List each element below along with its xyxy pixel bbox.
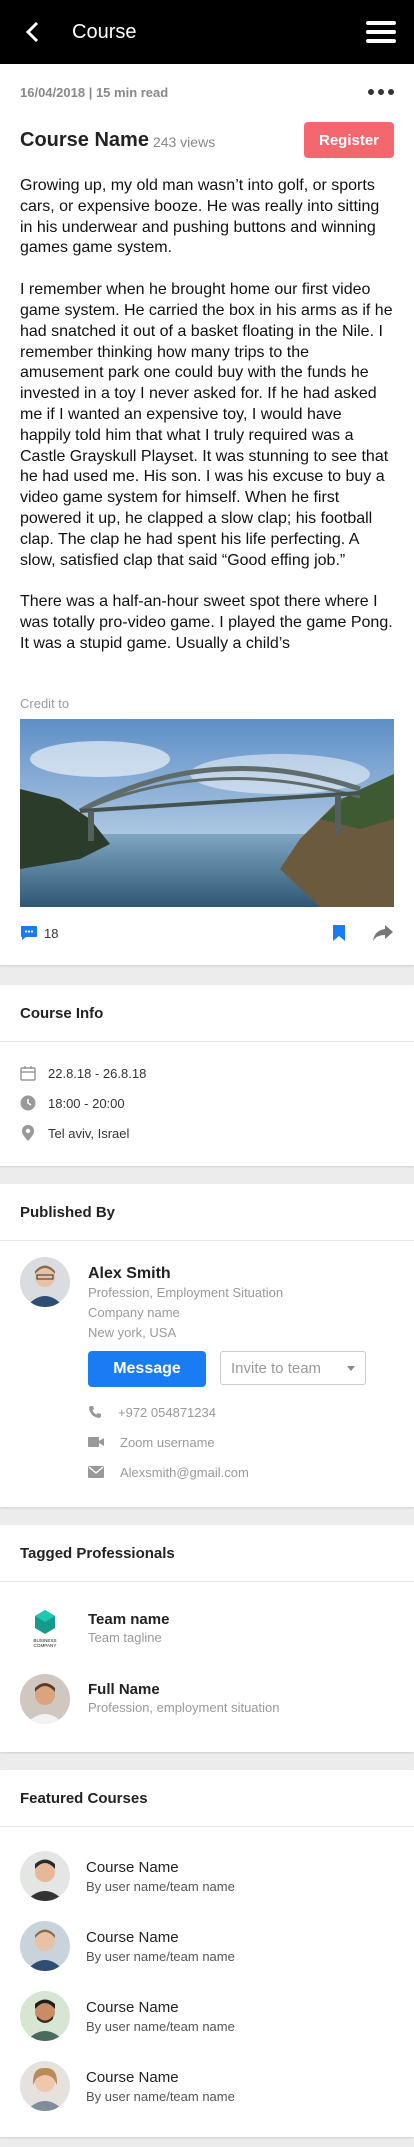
article-paragraph: I remember when he brought home our firs… — [20, 281, 393, 569]
article-body: Growing up, my old man wasn’t into golf,… — [20, 176, 394, 670]
list-item[interactable]: Course Name By user name/team name — [20, 2051, 394, 2121]
featured-course-name: Course Name — [86, 1858, 179, 1876]
featured-course-author: By user name/team name — [86, 2018, 235, 2034]
list-item[interactable]: Course Name By user name/team name — [20, 1841, 394, 1911]
featured-course-author: By user name/team name — [86, 2088, 235, 2104]
publisher-phone[interactable]: +972 054871234 — [88, 1397, 394, 1427]
back-arrow-icon — [25, 21, 39, 43]
hamburger-menu-icon[interactable] — [366, 21, 396, 43]
page-title: Course — [72, 20, 137, 43]
bridge-photo — [20, 719, 394, 907]
clock-icon — [20, 1095, 36, 1111]
bookmark-icon[interactable] — [332, 924, 346, 942]
featured-course-name: Course Name — [86, 1928, 179, 1946]
list-item[interactable]: Full Name Profession, employment situati… — [20, 1664, 394, 1734]
course-location: Tel aviv, Israel — [20, 1118, 394, 1148]
comment-icon[interactable] — [20, 925, 38, 941]
view-count: 243 views — [152, 133, 216, 150]
comment-count: 18 — [44, 925, 59, 941]
list-item[interactable]: Course Name By user name/team name — [20, 1911, 394, 1981]
location-pin-icon — [22, 1125, 34, 1141]
publisher-company: Company name — [88, 1305, 180, 1320]
invite-to-team-select[interactable]: Invite to team — [220, 1351, 366, 1385]
chevron-down-icon — [347, 1365, 355, 1371]
course-name: Course Name — [20, 128, 149, 151]
avatar[interactable] — [20, 1257, 70, 1307]
publisher-profession: Profession, Employment Situation — [88, 1285, 284, 1300]
share-icon[interactable] — [372, 924, 394, 942]
published-by-card: Published By Alex Smith Profession, Empl… — [0, 1184, 414, 1507]
read-time: 15 min read — [95, 84, 169, 100]
course-time: 18:00 - 20:00 — [20, 1088, 394, 1118]
publisher-city: New york, USA — [88, 1325, 177, 1340]
avatar — [20, 1991, 70, 2041]
tagged-professionals-card: Tagged Professionals BUSINESS COMPANY Tea… — [0, 1525, 414, 1752]
article-paragraph: There was a half-an-hour sweet spot ther… — [20, 593, 393, 652]
more-options-icon[interactable] — [368, 89, 394, 95]
calendar-icon — [20, 1066, 36, 1081]
message-button[interactable]: Message — [88, 1351, 206, 1387]
avatar — [20, 1674, 70, 1724]
featured-courses-card: Featured Courses Course Name By user nam… — [0, 1770, 414, 2137]
app-header: Course — [0, 0, 414, 64]
team-tagline: Team tagline — [88, 1629, 162, 1645]
tagged-professionals-title: Tagged Professionals — [0, 1525, 414, 1582]
article-card: 16/04/2018 | 15 min read Course Name 243… — [0, 64, 414, 965]
published-by-title: Published By — [0, 1184, 414, 1241]
logo-text: COMPANY — [34, 1643, 57, 1648]
publisher-name[interactable]: Alex Smith — [88, 1265, 394, 1283]
avatar — [20, 1851, 70, 1901]
course-info-title: Course Info — [0, 985, 414, 1042]
credit-label: Credit to — [20, 696, 70, 711]
article-date: 16/04/2018 — [20, 84, 86, 100]
course-dates: 22.8.18 - 26.8.18 — [20, 1058, 394, 1088]
list-item[interactable]: Course Name By user name/team name — [20, 1981, 394, 2051]
featured-course-name: Course Name — [86, 1998, 179, 2016]
professional-name: Full Name — [88, 1680, 160, 1698]
avatar — [20, 2061, 70, 2111]
video-camera-icon — [88, 1437, 104, 1447]
publisher-zoom[interactable]: Zoom username — [88, 1427, 394, 1457]
avatar — [20, 1921, 70, 1971]
mail-icon — [88, 1466, 104, 1478]
article-paragraph: Growing up, my old man wasn’t into golf,… — [20, 177, 380, 257]
course-info-card: Course Info 22.8.18 - 26.8.18 18:00 - 20… — [0, 985, 414, 1166]
featured-courses-title: Featured Courses — [0, 1770, 414, 1827]
publisher-email[interactable]: Alexsmith@gmail.com — [88, 1457, 394, 1487]
phone-icon — [89, 1406, 101, 1418]
professional-profession: Profession, employment situation — [88, 1699, 280, 1715]
featured-course-author: By user name/team name — [86, 1948, 235, 1964]
featured-course-author: By user name/team name — [86, 1878, 235, 1894]
article-meta: 16/04/2018 | 15 min read — [20, 84, 169, 100]
list-item[interactable]: BUSINESS COMPANY Team name Team tagline — [20, 1594, 394, 1664]
team-logo: BUSINESS COMPANY — [20, 1604, 70, 1654]
team-name: Team name — [88, 1610, 170, 1628]
featured-course-name: Course Name — [86, 2068, 179, 2086]
register-button[interactable]: Register — [304, 122, 394, 158]
back-button[interactable] — [18, 18, 46, 46]
